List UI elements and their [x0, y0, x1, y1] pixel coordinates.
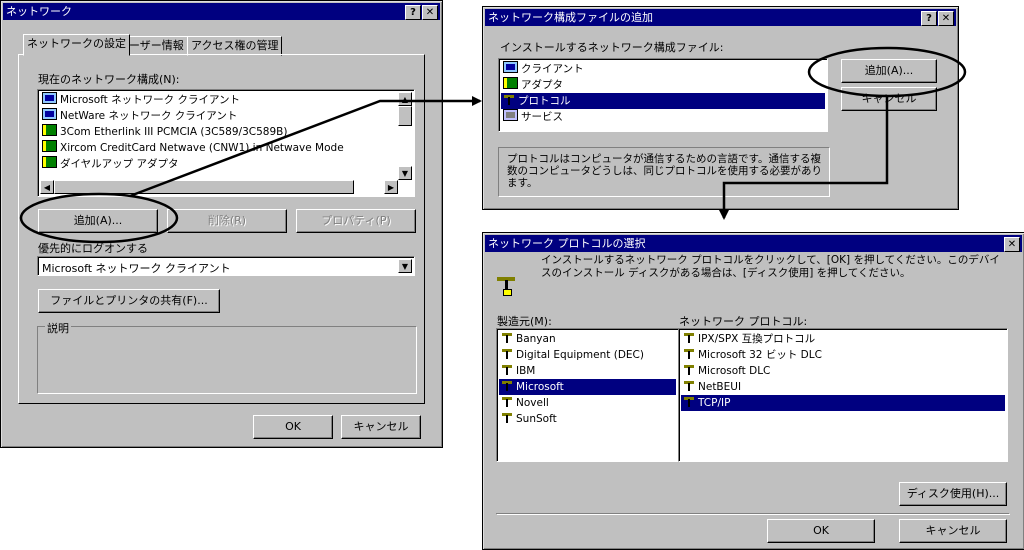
protocol-icon: [501, 348, 513, 359]
protocol-icon: [501, 396, 513, 407]
list-item[interactable]: Microsoft DLC: [681, 363, 1005, 379]
protocol-icon: [683, 332, 695, 343]
service-icon: [503, 109, 518, 121]
protocol-icon: [501, 332, 513, 343]
vertical-scroll-thumb[interactable]: [398, 106, 412, 126]
protocol-icon: [501, 380, 513, 391]
primary-logon-value: Microsoft ネットワーク クライアント: [42, 262, 231, 275]
protocol-icon: [503, 94, 515, 105]
list-item[interactable]: ダイヤルアップ アダプタ: [40, 156, 396, 172]
select-protocol-title-bar[interactable]: ネットワーク プロトコルの選択 ✕: [485, 235, 1022, 252]
manufacturer-rows: Banyan Digital Equipment (DEC) IBM Micro…: [499, 331, 676, 427]
file-print-sharing-button[interactable]: ファイルとプリンタの共有(F)...: [38, 289, 220, 313]
adapter-icon: [503, 77, 518, 89]
list-item-selected[interactable]: プロトコル: [501, 93, 825, 109]
network-title-bar[interactable]: ネットワーク ? ✕: [3, 3, 440, 20]
list-item[interactable]: Banyan: [499, 331, 676, 347]
network-window: ネットワーク ? ✕ ネットワークの設定 ユーザー情報 アクセス権の管理 現在の…: [0, 0, 443, 448]
list-item[interactable]: Microsoft ネットワーク クライアント: [40, 92, 396, 108]
dropdown-arrow-icon[interactable]: ▼: [398, 259, 412, 273]
list-item[interactable]: Digital Equipment (DEC): [499, 347, 676, 363]
protocol-icon: [683, 380, 695, 391]
list-item[interactable]: NetWare ネットワーク クライアント: [40, 108, 396, 124]
list-item[interactable]: Novell: [499, 395, 676, 411]
cancel-button[interactable]: キャンセル: [341, 415, 421, 439]
list-item[interactable]: Xircom CreditCard Netwave (CNW1) in Netw…: [40, 140, 396, 156]
component-type-rows: クライアント アダプタ プロトコル サービス: [501, 61, 825, 125]
protocol-large-icon: [497, 277, 517, 297]
select-protocol-window-title: ネットワーク プロトコルの選択: [488, 237, 646, 250]
manufacturers-label: 製造元(M):: [497, 315, 552, 328]
scroll-left-button[interactable]: ◀: [40, 180, 54, 194]
scroll-right-button[interactable]: ▶: [384, 180, 398, 194]
list-item[interactable]: Microsoft 32 ビット DLC: [681, 347, 1005, 363]
protocol-icon: [501, 364, 513, 375]
list-item-selected[interactable]: TCP/IP: [681, 395, 1005, 411]
ok-button[interactable]: OK: [253, 415, 333, 439]
protocol-icon: [683, 348, 695, 359]
list-item-selected[interactable]: Microsoft: [499, 379, 676, 395]
primary-logon-label: 優先的にログオンする: [38, 242, 148, 255]
list-item[interactable]: 3Com Etherlink III PCMCIA (3C589/3C589B): [40, 124, 396, 140]
description-label: 説明: [45, 320, 71, 336]
close-button[interactable]: ✕: [422, 5, 438, 20]
protocol-icon: [501, 412, 513, 423]
components-rows: Microsoft ネットワーク クライアント NetWare ネットワーク ク…: [40, 92, 396, 172]
network-window-title: ネットワーク: [6, 5, 72, 18]
list-item[interactable]: サービス: [501, 109, 825, 125]
add-component-window-title: ネットワーク構成ファイルの追加: [488, 11, 653, 24]
protocols-label: ネットワーク プロトコル:: [679, 315, 808, 328]
add-component-window: ネットワーク構成ファイルの追加 ? ✕ インストールするネットワーク構成ファイル…: [482, 6, 959, 210]
description-group: [37, 326, 417, 394]
protocol-icon: [683, 396, 695, 407]
primary-logon-dropdown[interactable]: Microsoft ネットワーク クライアント ▼: [37, 256, 415, 276]
client-icon: [503, 61, 518, 73]
list-item[interactable]: アダプタ: [501, 77, 825, 93]
list-item[interactable]: IBM: [499, 363, 676, 379]
cancel-button[interactable]: キャンセル: [841, 87, 937, 111]
scroll-up-button[interactable]: ▲: [398, 92, 412, 106]
components-label: 現在のネットワーク構成(N):: [38, 73, 180, 86]
adapter-icon: [42, 124, 57, 136]
adapter-icon: [42, 140, 57, 152]
instruction-text: インストールするネットワーク プロトコルをクリックして、[OK] を押してくださ…: [541, 254, 1000, 279]
client-icon: [42, 108, 57, 120]
list-item[interactable]: SunSoft: [499, 411, 676, 427]
tab-network-settings[interactable]: ネットワークの設定: [23, 34, 130, 56]
close-button[interactable]: ✕: [938, 11, 954, 26]
component-type-prompt: インストールするネットワーク構成ファイル:: [500, 41, 724, 54]
protocol-rows: IPX/SPX 互換プロトコル Microsoft 32 ビット DLC Mic…: [681, 331, 1005, 411]
client-icon: [42, 92, 57, 104]
add-component-title-bar[interactable]: ネットワーク構成ファイルの追加 ? ✕: [485, 9, 956, 26]
list-item[interactable]: NetBEUI: [681, 379, 1005, 395]
add-component-button[interactable]: 追加(A)...: [38, 209, 158, 233]
properties-button[interactable]: プロパティ(P): [296, 209, 416, 233]
tab-access-control[interactable]: アクセス権の管理: [187, 36, 283, 56]
add-button[interactable]: 追加(A)...: [841, 59, 937, 83]
description-text: プロトコルはコンピュータが通信するための言語です。通信する複数のコンピュータどう…: [507, 153, 822, 189]
horizontal-scroll-thumb[interactable]: [54, 180, 354, 194]
scroll-down-button[interactable]: ▼: [398, 166, 412, 180]
list-item[interactable]: IPX/SPX 互換プロトコル: [681, 331, 1005, 347]
components-list[interactable]: Microsoft ネットワーク クライアント NetWare ネットワーク ク…: [37, 89, 415, 197]
cancel-button[interactable]: キャンセル: [899, 519, 1007, 543]
protocol-icon: [683, 364, 695, 375]
select-protocol-window: ネットワーク プロトコルの選択 ✕ インストールするネットワーク プロトコルをク…: [482, 232, 1024, 550]
protocols-list[interactable]: IPX/SPX 互換プロトコル Microsoft 32 ビット DLC Mic…: [678, 328, 1008, 462]
remove-component-button[interactable]: 削除(R): [167, 209, 287, 233]
component-type-list[interactable]: クライアント アダプタ プロトコル サービス: [498, 58, 828, 132]
close-button[interactable]: ✕: [1004, 237, 1020, 252]
ok-button[interactable]: OK: [767, 519, 875, 543]
manufacturers-list[interactable]: Banyan Digital Equipment (DEC) IBM Micro…: [496, 328, 679, 462]
help-button[interactable]: ?: [921, 11, 937, 26]
list-item[interactable]: クライアント: [501, 61, 825, 77]
separator-line: [496, 513, 1010, 515]
help-button[interactable]: ?: [405, 5, 421, 20]
adapter-icon: [42, 156, 57, 168]
have-disk-button[interactable]: ディスク使用(H)...: [899, 482, 1007, 506]
